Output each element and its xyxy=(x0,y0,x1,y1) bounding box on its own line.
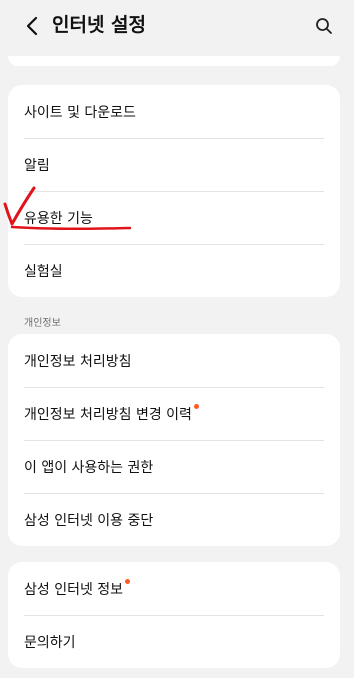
search-button[interactable] xyxy=(312,12,336,40)
settings-group-about: 삼성 인터넷 정보 문의하기 xyxy=(8,562,340,668)
menu-item-labs[interactable]: 실험실 xyxy=(8,244,340,297)
settings-group-1: 사이트 및 다운로드 알림 유용한 기능 실험실 xyxy=(8,85,340,297)
back-button[interactable] xyxy=(20,12,44,40)
app-header: 인터넷 설정 xyxy=(0,0,354,52)
previous-card-edge xyxy=(8,56,340,66)
chevron-left-icon xyxy=(26,16,38,36)
menu-item-app-permissions[interactable]: 이 앱이 사용하는 권한 xyxy=(8,440,340,493)
search-icon xyxy=(316,18,332,34)
menu-item-label: 사이트 및 다운로드 xyxy=(24,104,136,121)
menu-item-sites-downloads[interactable]: 사이트 및 다운로드 xyxy=(8,85,340,138)
menu-item-contact[interactable]: 문의하기 xyxy=(8,615,340,668)
section-label-privacy: 개인정보 xyxy=(24,318,61,329)
menu-item-privacy-policy[interactable]: 개인정보 처리방침 xyxy=(8,334,340,387)
menu-item-label: 개인정보 처리방침 변경 이력 xyxy=(24,406,192,423)
menu-item-useful-features[interactable]: 유용한 기능 xyxy=(8,191,340,244)
menu-item-label: 문의하기 xyxy=(24,634,76,651)
new-badge-dot xyxy=(193,404,199,409)
menu-item-stop-using[interactable]: 삼성 인터넷 이용 중단 xyxy=(8,493,340,546)
menu-item-label: 유용한 기능 xyxy=(24,210,93,227)
menu-item-label: 알림 xyxy=(24,157,50,174)
settings-group-privacy: 개인정보 처리방침 개인정보 처리방침 변경 이력 이 앱이 사용하는 권한 삼… xyxy=(8,334,340,546)
menu-item-label: 실험실 xyxy=(24,263,63,280)
menu-item-about[interactable]: 삼성 인터넷 정보 xyxy=(8,562,340,615)
menu-item-label: 개인정보 처리방침 xyxy=(24,353,132,370)
new-badge-dot xyxy=(125,579,131,584)
menu-item-notifications[interactable]: 알림 xyxy=(8,138,340,191)
menu-item-label: 이 앱이 사용하는 권한 xyxy=(24,459,154,476)
page-title: 인터넷 설정 xyxy=(52,14,147,36)
menu-item-label: 삼성 인터넷 이용 중단 xyxy=(24,512,154,529)
menu-item-privacy-policy-history[interactable]: 개인정보 처리방침 변경 이력 xyxy=(8,387,340,440)
menu-item-label: 삼성 인터넷 정보 xyxy=(24,581,124,598)
